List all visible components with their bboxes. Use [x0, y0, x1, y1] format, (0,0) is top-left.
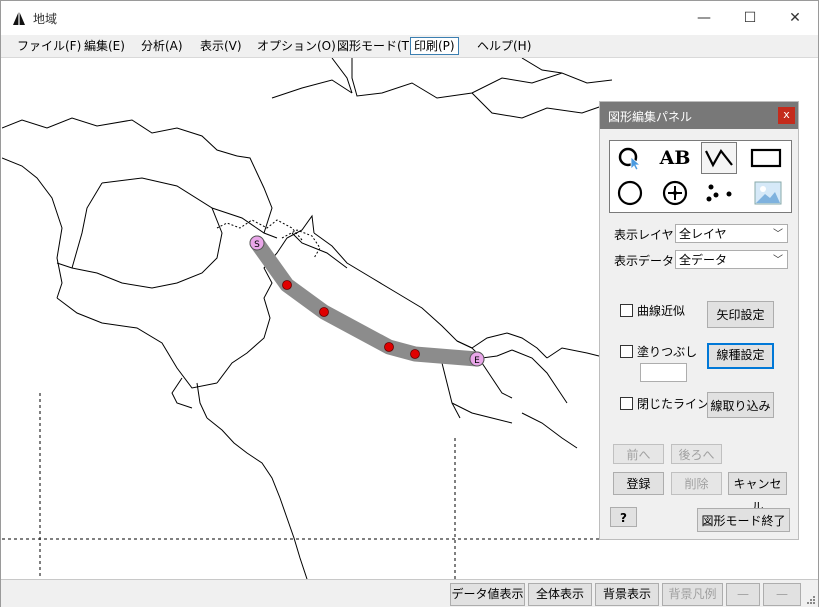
resize-grip-icon[interactable] — [806, 595, 816, 605]
menu-view[interactable]: 表示(V) — [197, 38, 245, 54]
shape-edit-panel: 図形編集パネル x AB 表示レイヤ 全レイヤ ﹀ 表示データ 全データ ﹀ 曲… — [599, 101, 799, 540]
delete-button[interactable]: 削除 — [671, 472, 722, 495]
curve-checkbox[interactable]: 曲線近似 — [620, 302, 685, 319]
status-button-5[interactable]: — — [726, 583, 760, 606]
title-bar: 地域 — ☐ ✕ — [1, 1, 818, 35]
menu-bar: ファイル(F) 編集(E) 分析(A) 表示(V) オプション(O) 図形モード… — [1, 35, 818, 58]
menu-help[interactable]: ヘルプ(H) — [474, 38, 534, 54]
tool-palette: AB — [609, 140, 792, 213]
background-legend-button[interactable]: 背景凡例 — [662, 583, 723, 606]
minimize-button[interactable]: — — [681, 1, 727, 35]
menu-edit[interactable]: 編集(E) — [81, 38, 128, 54]
chevron-down-icon: ﹀ — [773, 255, 783, 266]
background-view-button[interactable]: 背景表示 — [595, 583, 659, 606]
prev-button[interactable]: 前へ — [613, 444, 664, 464]
menu-file[interactable]: ファイル(F) — [14, 38, 84, 54]
closed-line-checkbox[interactable]: 閉じたライン — [620, 395, 709, 412]
maximize-button[interactable]: ☐ — [727, 1, 773, 35]
lasso-pointer-icon[interactable] — [613, 143, 647, 173]
route-end-marker[interactable]: E — [469, 351, 485, 367]
route-point[interactable] — [282, 280, 292, 290]
data-label: 表示データ — [614, 254, 675, 268]
status-button-6[interactable]: — — [763, 583, 801, 606]
svg-text:S: S — [254, 240, 260, 250]
route-point[interactable] — [410, 349, 420, 359]
image-icon[interactable] — [751, 178, 785, 208]
full-view-button[interactable]: 全体表示 — [528, 583, 592, 606]
svg-text:E: E — [474, 356, 480, 366]
end-shape-mode-button[interactable]: 図形モード終了 — [697, 508, 790, 532]
route-start-marker[interactable]: S — [249, 235, 265, 251]
layer-label: 表示レイヤ — [614, 228, 674, 242]
close-button[interactable]: ✕ — [772, 1, 818, 35]
checkbox-box[interactable] — [620, 304, 633, 317]
window-title: 地域 — [33, 12, 58, 26]
register-button[interactable]: 登録 — [613, 472, 664, 495]
app-window: 地域 — ☐ ✕ ファイル(F) 編集(E) 分析(A) 表示(V) オプション… — [0, 0, 819, 607]
line-import-button[interactable]: 線取り込み — [707, 392, 774, 418]
route-point[interactable] — [384, 342, 394, 352]
fill-color-field[interactable] — [640, 363, 687, 382]
app-logo-icon — [13, 11, 25, 25]
menu-shape-mode[interactable]: 図形モード(T) — [334, 38, 417, 54]
polyline-icon[interactable] — [701, 142, 737, 174]
checkbox-box[interactable] — [620, 397, 633, 410]
layer-select[interactable]: 全レイヤ ﹀ — [675, 224, 788, 243]
help-button[interactable]: ? — [610, 507, 637, 527]
checkbox-box[interactable] — [620, 345, 633, 358]
circle-icon[interactable] — [613, 178, 647, 208]
chevron-down-icon: ﹀ — [773, 229, 783, 240]
menu-analysis[interactable]: 分析(A) — [138, 38, 186, 54]
route-point[interactable] — [319, 307, 329, 317]
cancel-button[interactable]: キャンセル — [728, 472, 787, 514]
panel-close-button[interactable]: x — [778, 107, 795, 124]
menu-print[interactable]: 印刷(P) — [410, 37, 459, 55]
fill-checkbox[interactable]: 塗りつぶし — [620, 343, 697, 360]
text-ab-icon[interactable]: AB — [658, 143, 692, 173]
route-line[interactable] — [249, 235, 485, 367]
arrow-settings-button[interactable]: 矢印設定 — [707, 301, 774, 328]
line-type-button[interactable]: 線種設定 — [707, 343, 774, 369]
circle-plus-icon[interactable] — [658, 178, 692, 208]
menu-options[interactable]: オプション(O) — [254, 38, 339, 54]
next-button[interactable]: 後ろへ — [671, 444, 722, 464]
data-value-button[interactable]: データ値表示 — [450, 583, 525, 606]
scatter-points-icon[interactable] — [703, 178, 737, 208]
status-bar: データ値表示 全体表示 背景表示 背景凡例 — — — [1, 579, 818, 607]
panel-title: 図形編集パネル — [608, 110, 693, 124]
data-select[interactable]: 全データ ﹀ — [675, 250, 788, 269]
panel-header: 図形編集パネル x — [600, 102, 798, 129]
rectangle-icon[interactable] — [749, 143, 783, 173]
